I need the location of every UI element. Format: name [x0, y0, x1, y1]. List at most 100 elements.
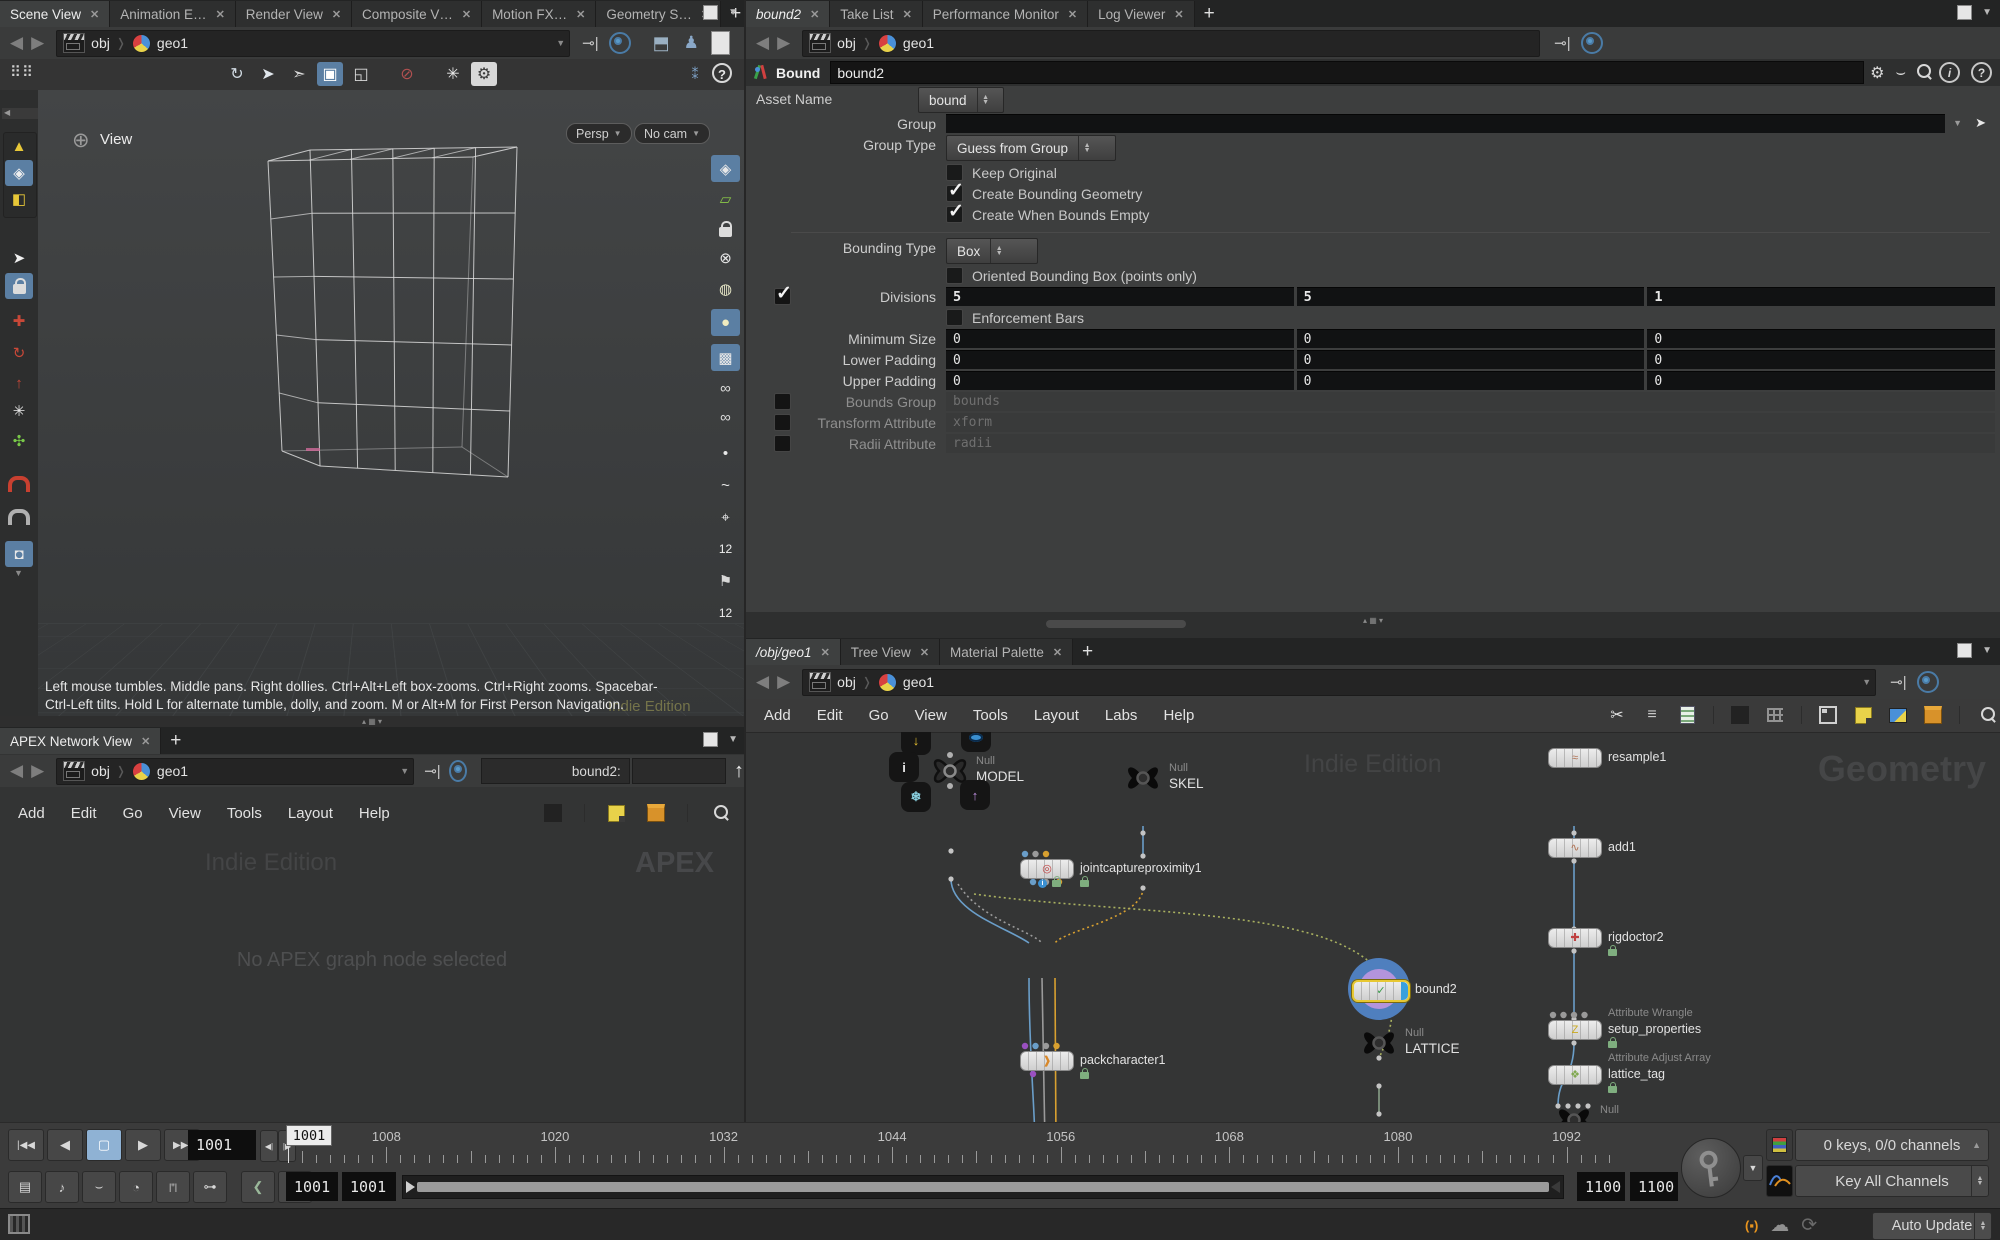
shape-palette-icon[interactable] — [1762, 703, 1788, 727]
color-palette-icon[interactable] — [1727, 703, 1753, 727]
pane-menu-icon[interactable]: ▼ — [1982, 645, 1992, 656]
help-icon[interactable]: ? — [1971, 62, 1992, 83]
toggle-param-row-transform-attribute[interactable] — [774, 414, 791, 431]
rotate-tool-icon[interactable]: ↻ — [5, 340, 33, 366]
viewport-help-icon[interactable]: ? — [712, 63, 732, 83]
path-context[interactable]: obj — [91, 35, 110, 51]
path-context[interactable]: obj — [837, 35, 856, 51]
sticky-note-icon[interactable] — [603, 801, 629, 825]
nav-forward-icon[interactable]: ▶ — [773, 33, 794, 53]
display-shaded-icon[interactable]: ∞ — [711, 375, 740, 402]
current-frame-field[interactable]: 1001 — [188, 1130, 256, 1160]
range-slider-start-handle[interactable] — [406, 1181, 415, 1193]
disable-lighting-icon[interactable]: ⊗ — [711, 244, 740, 271]
frame-step-back-button[interactable]: ◀| — [260, 1130, 278, 1162]
gallery-icon[interactable] — [1920, 703, 1946, 727]
menu-tools[interactable]: Tools — [227, 805, 262, 822]
jump-to-start-button[interactable]: |◀◀ — [8, 1129, 44, 1161]
close-tab-icon[interactable]: ✕ — [810, 8, 819, 21]
snap-magnet-multi-icon[interactable] — [5, 501, 33, 527]
pin-pane-icon[interactable]: ⊸| — [424, 762, 440, 780]
follow-selection-icon[interactable] — [1581, 32, 1603, 54]
path-node[interactable]: geo1 — [157, 763, 188, 779]
horizontal-splitter[interactable]: ▴ ▦ ▾ — [0, 716, 744, 727]
tab-tree-view[interactable]: Tree View✕ — [841, 639, 940, 665]
new-tab-icon[interactable]: + — [161, 728, 190, 754]
tab-animation-e-[interactable]: Animation E…✕ — [110, 1, 236, 27]
tab-render-view[interactable]: Render View✕ — [236, 1, 352, 27]
node-box-rigdoctor2[interactable]: ✚ — [1548, 928, 1602, 948]
apex-parm-field[interactable] — [632, 758, 726, 784]
asset-name-select[interactable]: bound ▲▼ — [918, 87, 1004, 113]
channel-colors-icon[interactable] — [1766, 1129, 1793, 1161]
menu-edit[interactable]: Edit — [817, 707, 843, 724]
no-snap-icon[interactable]: ⊘ — [394, 62, 420, 86]
selection-people-icon[interactable]: ⁑ — [682, 62, 708, 86]
tab-apex-network-view[interactable]: APEX Network View✕ — [0, 728, 161, 754]
point-numbers-icon[interactable]: 12 — [711, 535, 740, 562]
nav-back-icon[interactable]: ◀ — [752, 672, 773, 692]
select-state-icon[interactable] — [8, 1214, 30, 1234]
find-icon[interactable] — [1973, 703, 1999, 727]
checkbox-param-row-oriented-bounding-box-points-only-[interactable] — [946, 267, 963, 284]
close-tab-icon[interactable]: ✕ — [920, 646, 929, 659]
audio-options-icon[interactable]: ♪ — [45, 1171, 79, 1203]
viewport-camera-tool-icon[interactable]: ▣ — [317, 62, 343, 86]
path-context[interactable]: obj — [91, 763, 110, 779]
auto-update-dropdown[interactable]: Auto Update ▲▼ — [1872, 1212, 1992, 1240]
animation-curves-icon[interactable] — [1766, 1165, 1793, 1197]
tab-log-viewer[interactable]: Log Viewer✕ — [1088, 1, 1195, 27]
menu-layout[interactable]: Layout — [1034, 707, 1079, 724]
find-icon[interactable] — [706, 801, 732, 825]
snapping-options-icon[interactable]: ▱ — [711, 185, 740, 212]
network-box-icon[interactable] — [1815, 703, 1841, 727]
toolbar-more-icon[interactable]: ▼ — [14, 568, 23, 578]
align-nodes-icon[interactable]: ≡ — [1639, 703, 1665, 727]
field-param-row-lower-padding-0[interactable]: 0 — [946, 350, 1294, 369]
snap-magnet-icon[interactable] — [5, 468, 33, 494]
color-palette-icon[interactable] — [540, 801, 566, 825]
field-param-row-divisions-2[interactable]: 1 — [1647, 287, 1995, 306]
flatten-ghost-icon[interactable]: ⌣ — [82, 1171, 116, 1203]
path-dropdown-icon[interactable]: ▼ — [400, 766, 409, 776]
close-tab-icon[interactable]: ✕ — [141, 735, 150, 748]
cut-wires-icon[interactable]: ✂ — [1604, 703, 1630, 727]
pane-maximize-icon[interactable] — [703, 5, 718, 20]
field-param-row-group[interactable] — [946, 114, 1945, 133]
range-end-field[interactable]: 1100 — [1577, 1172, 1625, 1201]
path-context[interactable]: obj — [837, 674, 856, 690]
apex-path-widget[interactable]: obj ❭ geo1 ▼ — [56, 758, 414, 785]
select-tool-icon[interactable]: ➤ — [255, 62, 281, 86]
field-param-row-minimum-size-0[interactable]: 0 — [946, 329, 1294, 348]
tick-interval-icon[interactable]: |ꞌꞌ| — [156, 1171, 190, 1203]
range-end-field-2[interactable]: 1100 — [1630, 1172, 1678, 1201]
close-tab-icon[interactable]: ✕ — [1068, 8, 1077, 21]
pin-pane-icon[interactable]: ⊸| — [582, 34, 598, 52]
playhead-frame-box[interactable]: 1001 — [286, 1125, 332, 1146]
node-name-field[interactable]: bound2 — [830, 61, 1864, 84]
apex-node-field[interactable]: bound2: — [481, 758, 630, 784]
path-node[interactable]: geo1 — [157, 35, 188, 51]
pane-menu-icon[interactable]: ▼ — [1982, 7, 1992, 18]
menu-help[interactable]: Help — [1163, 707, 1194, 724]
nav-forward-icon[interactable]: ▶ — [27, 761, 48, 781]
show-markers-icon[interactable]: ⌖ — [711, 504, 740, 531]
pane-menu-icon[interactable]: ▼ — [728, 734, 738, 745]
toggle-param-row-divisions[interactable]: ✓ — [774, 288, 791, 305]
select-param-row-bounding-type[interactable]: Box▲▼ — [946, 238, 1038, 264]
show-points-icon[interactable]: • — [711, 440, 740, 467]
key-all-channels-dropdown[interactable]: Key All Channels ▲▼ — [1795, 1165, 1989, 1197]
close-tab-icon[interactable]: ✕ — [821, 646, 830, 659]
range-slider-bar[interactable] — [417, 1182, 1549, 1192]
menu-edit[interactable]: Edit — [71, 805, 97, 822]
pin-pane-icon[interactable]: ⊸| — [1554, 34, 1570, 52]
character-grid-icon[interactable]: ♟ — [684, 33, 699, 53]
tab-material-palette[interactable]: Material Palette✕ — [940, 639, 1073, 665]
path-dropdown-icon[interactable]: ▼ — [1862, 677, 1871, 687]
params-path-widget[interactable]: obj ❭ geo1 — [802, 30, 1540, 57]
lasso-select-tool-icon[interactable]: ➣ — [286, 62, 312, 86]
cook-mode-icon[interactable]: (▪) — [1745, 1218, 1758, 1233]
search-parms-icon[interactable] — [1917, 67, 1928, 78]
close-tab-icon[interactable]: ✕ — [462, 8, 471, 21]
sticky-note-icon[interactable] — [1850, 703, 1876, 727]
